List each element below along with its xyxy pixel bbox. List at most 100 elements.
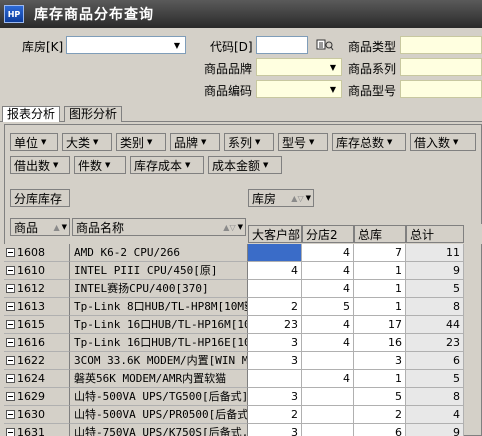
value-cell[interactable]: 4 (302, 334, 354, 352)
table-row[interactable]: 1615 Tp-Link 16口HUB/TL-HP16M[10M 23 4 17 44 (4, 316, 482, 334)
chevron-down-icon[interactable]: ▼ (309, 138, 314, 146)
chevron-down-icon[interactable]: ▼ (263, 161, 268, 169)
brand-combo[interactable]: ▼ (256, 58, 342, 76)
value-cell[interactable]: 5 (354, 388, 406, 406)
chevron-down-icon[interactable]: ▼ (53, 161, 58, 169)
value-cell[interactable]: 1 (354, 262, 406, 280)
chevron-down-icon[interactable]: ▼ (387, 138, 392, 146)
dim-pieces[interactable]: 件数 ▼ (74, 156, 126, 174)
collapse-icon[interactable] (6, 392, 15, 401)
value-cell[interactable]: 4 (302, 262, 354, 280)
value-cell[interactable]: 3 (248, 352, 302, 370)
value-cell[interactable]: 5 (302, 298, 354, 316)
value-cell[interactable]: 2 (248, 298, 302, 316)
value-cell[interactable]: 3 (354, 352, 406, 370)
column-field-warehouse[interactable]: 库房 ▲▽ ▼ (248, 189, 314, 207)
sort-icon[interactable]: ▲▽ (223, 223, 235, 232)
value-cell[interactable]: 17 (354, 316, 406, 334)
value-cell[interactable] (248, 280, 302, 298)
chevron-down-icon[interactable]: ▼ (147, 138, 152, 146)
series-input[interactable] (400, 58, 482, 76)
table-row[interactable]: 1608 AMD K6-2 CPU/266 4 7 11 (4, 244, 482, 262)
value-cell[interactable]: 3 (248, 388, 302, 406)
dim-brand[interactable]: 品牌 ▼ (170, 133, 220, 151)
total-cell[interactable]: 8 (406, 388, 464, 406)
total-cell[interactable]: 5 (406, 370, 464, 388)
dim-series[interactable]: 系列 ▼ (224, 133, 274, 151)
collapse-icon[interactable] (6, 428, 15, 436)
collapse-icon[interactable] (6, 302, 15, 311)
table-row[interactable]: 1629 山特-500VA UPS/TG500[后备式] 3 5 8 (4, 388, 482, 406)
total-cell[interactable]: 6 (406, 352, 464, 370)
dim-cost-amount[interactable]: 成本金额 ▼ (208, 156, 282, 174)
total-cell[interactable]: 4 (406, 406, 464, 424)
value-cell[interactable] (302, 388, 354, 406)
chevron-down-icon[interactable]: ▼ (325, 59, 341, 75)
dim-borrow-out[interactable]: 借出数 ▼ (10, 156, 70, 174)
total-cell[interactable]: 9 (406, 262, 464, 280)
chevron-down-icon[interactable]: ▼ (255, 138, 260, 146)
row-field-goods[interactable]: 商品 ▲ ▼ (10, 218, 70, 236)
value-cell[interactable]: 23 (248, 316, 302, 334)
table-row[interactable]: 1624 磐英56K MODEM/AMR内置软猫 4 1 5 (4, 370, 482, 388)
value-cell[interactable]: 4 (248, 262, 302, 280)
value-cell[interactable]: 4 (302, 370, 354, 388)
value-cell[interactable]: 2 (248, 406, 302, 424)
collapse-icon[interactable] (6, 338, 15, 347)
total-cell[interactable]: 8 (406, 298, 464, 316)
value-cell[interactable]: 1 (354, 370, 406, 388)
warehouse-combo[interactable]: ▼ (66, 36, 186, 54)
value-cell[interactable]: 6 (354, 424, 406, 436)
sort-icon[interactable]: ▲ (53, 223, 59, 232)
dim-borrow-in[interactable]: 借入数 ▼ (410, 133, 476, 151)
collapse-icon[interactable] (6, 320, 15, 329)
value-cell[interactable]: 2 (354, 406, 406, 424)
category-input[interactable] (400, 36, 482, 54)
chevron-down-icon[interactable]: ▼ (93, 138, 98, 146)
row-field-goods-name[interactable]: 商品名称 ▲▽ ▼ (72, 218, 246, 236)
dim-major-class[interactable]: 大类 ▼ (62, 133, 112, 151)
lookup-icon[interactable] (316, 38, 334, 52)
value-cell[interactable]: 4 (302, 244, 354, 262)
table-row[interactable]: 1622 3COM 33.6K MODEM/内置[WIN MO 3 3 6 (4, 352, 482, 370)
value-cell[interactable]: 1 (354, 280, 406, 298)
sort-icon[interactable]: ▲▽ (291, 194, 303, 203)
collapse-icon[interactable] (6, 266, 15, 275)
dim-unit[interactable]: 单位 ▼ (10, 133, 58, 151)
table-row[interactable]: 1610 INTEL PIII CPU/450[原] 4 4 1 9 (4, 262, 482, 280)
table-row[interactable]: 1613 Tp-Link 8口HUB/TL-HP8M[10M塑 2 5 1 8 (4, 298, 482, 316)
value-cell[interactable] (302, 424, 354, 436)
goods-code-combo[interactable]: ▼ (256, 80, 342, 98)
dim-class[interactable]: 类别 ▼ (116, 133, 166, 151)
model-input[interactable] (400, 80, 482, 98)
collapse-icon[interactable] (6, 284, 15, 293)
chevron-down-icon[interactable]: ▼ (105, 161, 110, 169)
value-cell[interactable]: 4 (302, 316, 354, 334)
value-cell[interactable]: 3 (248, 424, 302, 436)
chevron-down-icon[interactable]: ▼ (325, 81, 341, 97)
total-cell[interactable]: 5 (406, 280, 464, 298)
code-input[interactable] (256, 36, 308, 54)
table-row[interactable]: 1616 Tp-Link 16口HUB/TL-HP16E[10M 3 4 16 23 (4, 334, 482, 352)
total-cell[interactable]: 11 (406, 244, 464, 262)
value-cell[interactable]: 4 (302, 280, 354, 298)
value-cell[interactable]: 1 (354, 298, 406, 316)
dim-model[interactable]: 型号 ▼ (278, 133, 328, 151)
tab-chart-analysis[interactable]: 图形分析 (64, 106, 123, 122)
chevron-down-icon[interactable]: ▼ (201, 138, 206, 146)
total-cell[interactable]: 44 (406, 316, 464, 334)
table-row[interactable]: 1631 山特-750VA UPS/K750S[后备式, 3 6 9 (4, 424, 482, 436)
chevron-down-icon[interactable]: ▼ (62, 223, 67, 231)
data-field-button[interactable]: 分库库存 (10, 189, 70, 207)
table-row[interactable]: 1630 山特-500VA UPS/PR0500[后备式 2 2 4 (4, 406, 482, 424)
chevron-down-icon[interactable]: ▼ (238, 223, 243, 231)
chevron-down-icon[interactable]: ▼ (185, 161, 190, 169)
collapse-icon[interactable] (6, 374, 15, 383)
table-row[interactable]: 1612 INTEL赛扬CPU/400[370] 4 1 5 (4, 280, 482, 298)
collapse-icon[interactable] (6, 248, 15, 257)
total-cell[interactable]: 23 (406, 334, 464, 352)
chevron-down-icon[interactable]: ▼ (306, 194, 311, 202)
tab-report-analysis[interactable]: 报表分析 (2, 106, 61, 122)
collapse-icon[interactable] (6, 356, 15, 365)
collapse-icon[interactable] (6, 410, 15, 419)
